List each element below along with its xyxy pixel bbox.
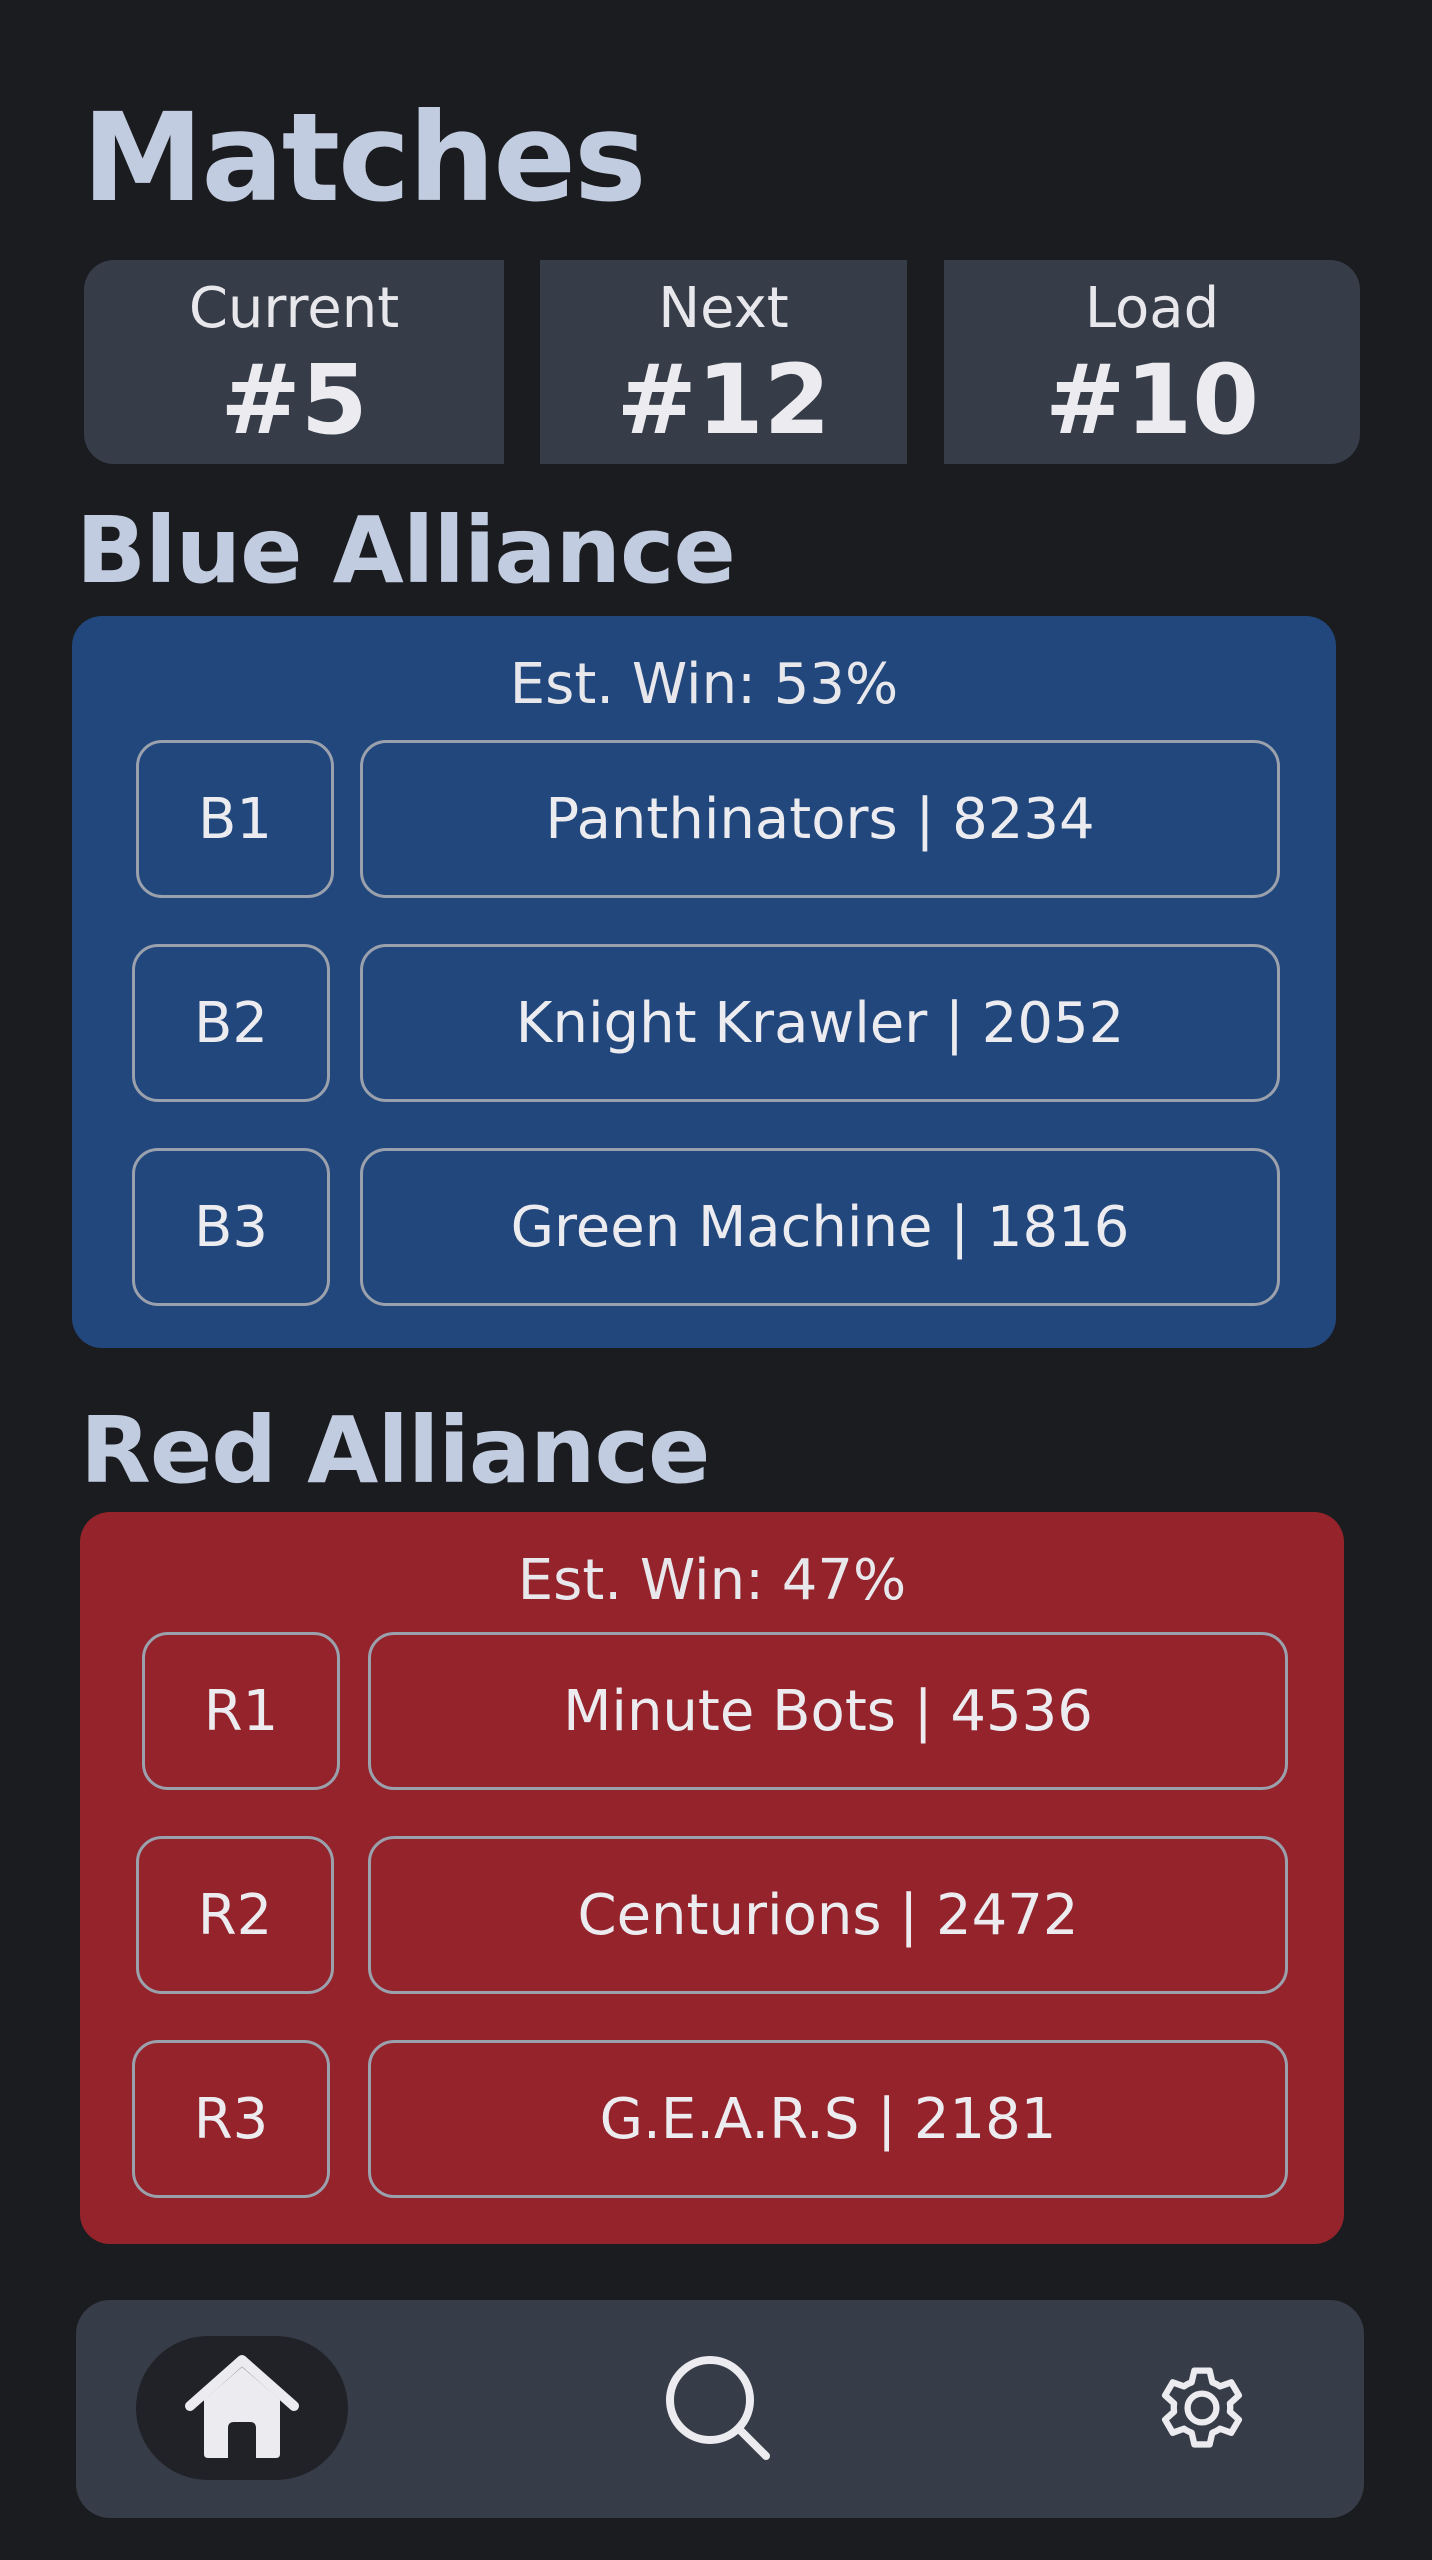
current-match-card: Current #5 [84,260,504,464]
load-match-value: #10 [1044,344,1260,456]
blue-est-win: Est. Win: 53% [509,652,899,717]
current-match-label: Current [188,276,400,341]
next-match-card: Next #12 [540,260,907,464]
red-slot-r1[interactable]: R1 [142,1632,340,1790]
bottom-nav [76,2300,1364,2518]
red-team-r2[interactable]: Centurions | 2472 [368,1836,1288,1994]
blue-alliance-title: Blue Alliance [76,497,736,604]
nav-home-button[interactable] [136,2336,348,2480]
home-icon [185,2355,299,2458]
page-title: Matches [82,87,647,229]
blue-alliance-panel: Est. Win: 53% B1 Panthinators | 8234 B2 … [72,616,1336,1348]
blue-slot-b2[interactable]: B2 [132,944,330,1102]
red-slot-r3[interactable]: R3 [132,2040,330,2198]
red-est-win: Est. Win: 47% [517,1548,907,1613]
red-team-r1[interactable]: Minute Bots | 4536 [368,1632,1288,1790]
nav-settings-button[interactable] [1130,2336,1274,2480]
gear-icon [1161,2367,1243,2448]
blue-team-b1[interactable]: Panthinators | 8234 [360,740,1280,898]
next-match-label: Next [658,276,789,341]
red-team-r3[interactable]: G.E.A.R.S | 2181 [368,2040,1288,2198]
load-match-card[interactable]: Load #10 [944,260,1360,464]
red-alliance-title: Red Alliance [80,1397,710,1504]
search-icon [666,2356,770,2460]
red-alliance-panel: Est. Win: 47% R1 Minute Bots | 4536 R2 C… [80,1512,1344,2244]
red-slot-r2[interactable]: R2 [136,1836,334,1994]
blue-team-b2[interactable]: Knight Krawler | 2052 [360,944,1280,1102]
current-match-value: #5 [220,344,368,456]
nav-search-button[interactable] [646,2336,790,2480]
blue-team-b3[interactable]: Green Machine | 1816 [360,1148,1280,1306]
blue-slot-b1[interactable]: B1 [136,740,334,898]
next-match-value: #12 [616,344,831,456]
load-match-label: Load [1084,276,1220,341]
blue-slot-b3[interactable]: B3 [132,1148,330,1306]
